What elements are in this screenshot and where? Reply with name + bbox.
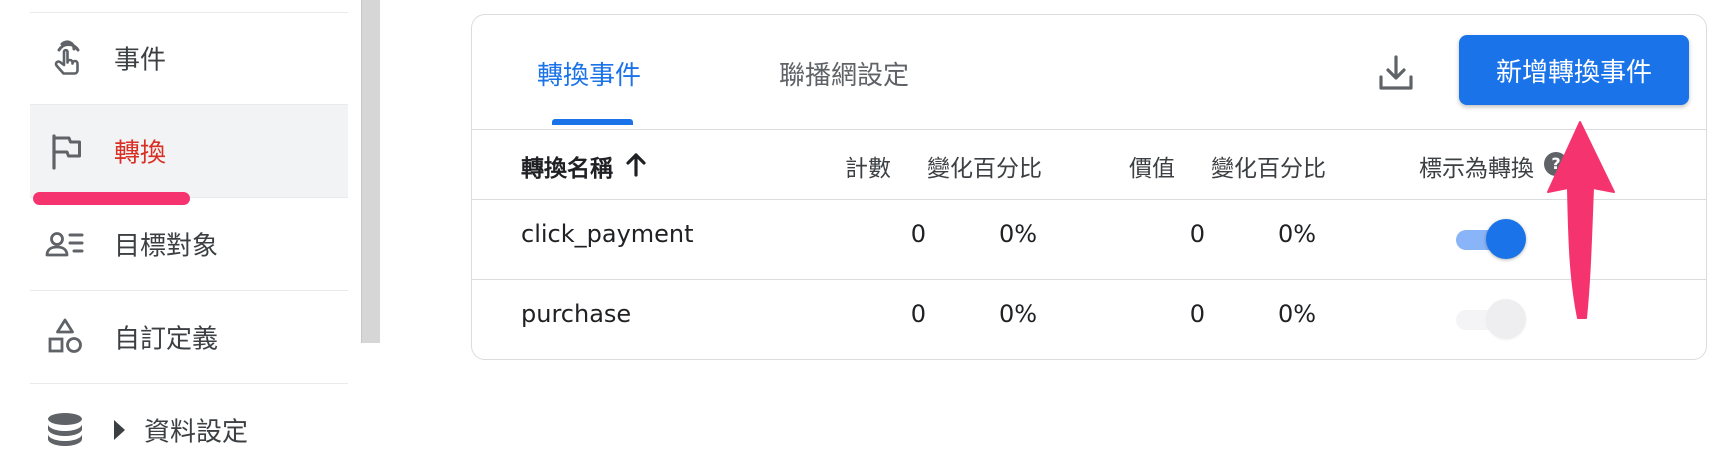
divider	[472, 129, 1706, 130]
tab-conversion-events[interactable]: 轉換事件	[537, 55, 641, 92]
sidebar-item-label: 資料設定	[144, 417, 249, 448]
sidebar-item-label: 目標對象	[114, 231, 219, 262]
value-amount: 0	[1189, 300, 1205, 328]
download-button[interactable]	[1370, 49, 1422, 101]
highlight-underline-annotation	[33, 192, 190, 205]
flag-icon	[45, 131, 85, 171]
sidebar-item-audiences[interactable]: 目標對象	[30, 198, 348, 290]
value-change-value: 0%	[1278, 300, 1317, 328]
divider	[472, 279, 1706, 280]
value-change-value: 0%	[1278, 220, 1317, 248]
active-tab-indicator	[552, 119, 633, 125]
divider	[472, 199, 1706, 200]
sidebar-item-label: 轉換	[114, 138, 167, 169]
sidebar-item-custom-definitions[interactable]: 自訂定義	[30, 291, 348, 383]
touch-icon	[45, 38, 85, 78]
count-value: 0	[910, 300, 926, 328]
column-header-name[interactable]: 轉換名稱	[521, 149, 613, 183]
sidebar-nav: 事件 轉換 目標對象 自訂定義 資料設定	[0, 0, 360, 476]
count-change-value: 0%	[999, 300, 1038, 328]
tab-network-settings[interactable]: 聯播網設定	[779, 55, 909, 92]
sidebar-item-label: 自訂定義	[114, 324, 219, 355]
column-header-mark-as-conversion: 標示為轉換	[1419, 156, 1534, 182]
audience-icon	[45, 224, 85, 264]
column-header-count[interactable]: 計數	[845, 149, 891, 183]
value-amount: 0	[1189, 220, 1205, 248]
mark-as-conversion-toggle[interactable]	[1456, 299, 1526, 339]
new-conversion-event-button[interactable]: 新增轉換事件	[1459, 35, 1689, 105]
event-name: click_payment	[521, 220, 694, 248]
sidebar-item-data-settings[interactable]: 資料設定	[30, 384, 348, 476]
conversions-page: 事件 轉換 目標對象 自訂定義 資料設定 轉換事件 聯播網設定 新增轉換事件 轉…	[0, 0, 1718, 476]
sidebar-item-events[interactable]: 事件	[30, 12, 348, 104]
conversion-events-card: 轉換事件 聯播網設定 新增轉換事件 轉換名稱 計數 變化百分比 價值 變化百分比…	[471, 14, 1707, 360]
column-header-count-change[interactable]: 變化百分比	[927, 149, 1042, 183]
column-header-value-change[interactable]: 變化百分比	[1211, 149, 1326, 183]
sidebar-scrollbar[interactable]	[361, 0, 380, 343]
sidebar-item-label: 事件	[114, 45, 167, 76]
expand-caret-icon[interactable]	[114, 420, 125, 440]
toggle-thumb	[1486, 219, 1526, 259]
download-icon	[1376, 53, 1416, 97]
shapes-icon	[45, 317, 85, 357]
event-name: purchase	[521, 300, 632, 328]
sidebar-item-conversions[interactable]: 轉換	[30, 105, 348, 197]
sort-ascending-icon[interactable]	[624, 151, 648, 177]
mark-as-conversion-toggle[interactable]	[1456, 219, 1526, 259]
database-icon	[45, 410, 85, 450]
help-icon[interactable]: ?	[1544, 152, 1568, 176]
count-value: 0	[910, 220, 926, 248]
count-change-value: 0%	[999, 220, 1038, 248]
toggle-thumb	[1486, 299, 1526, 339]
column-header-value[interactable]: 價值	[1129, 149, 1175, 183]
